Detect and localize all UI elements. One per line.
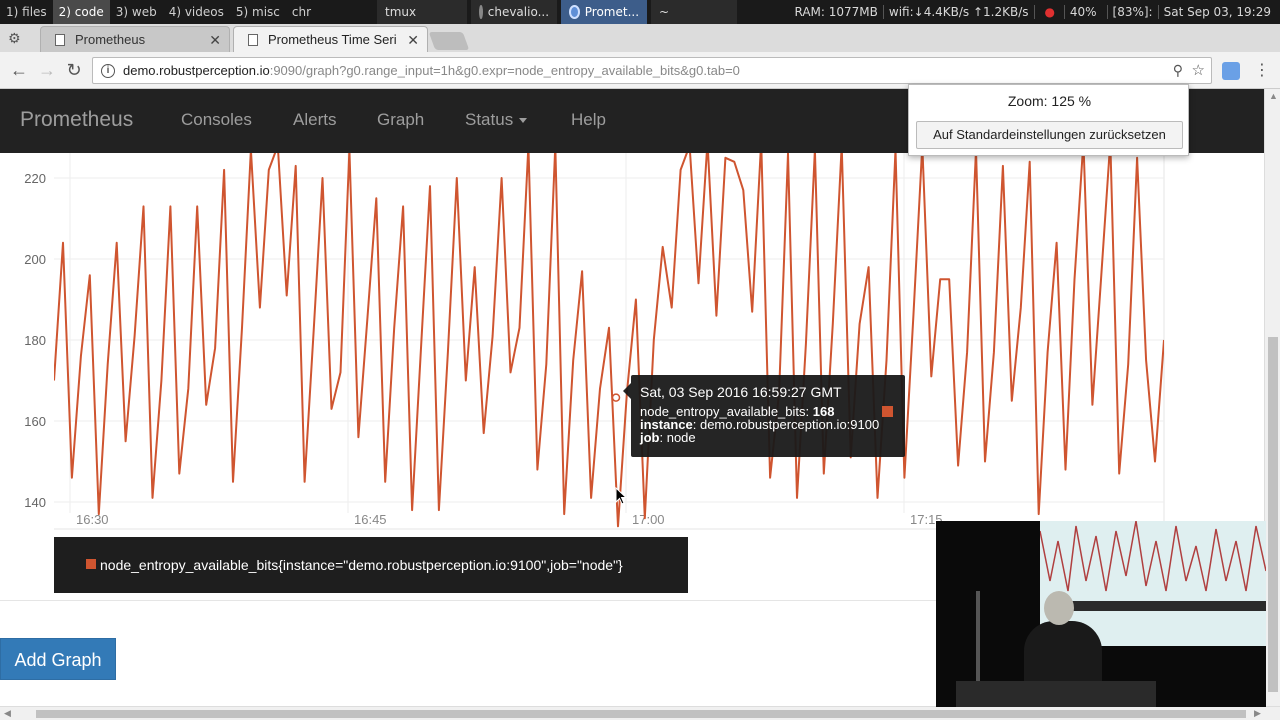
vertical-scroll-thumb[interactable] <box>1268 337 1278 692</box>
tooltip-job-label: job <box>640 430 660 445</box>
close-tab-icon[interactable]: ✕ <box>407 27 419 52</box>
app-icon <box>479 5 483 19</box>
tab-title: Prometheus Time Seri <box>268 32 397 47</box>
forward-arrow-icon[interactable]: → <box>36 60 58 81</box>
tooltip-job: job: node <box>640 431 905 444</box>
brand-link[interactable]: Prometheus <box>20 108 133 132</box>
webcam-overlay <box>936 521 1266 707</box>
presenter-head <box>1044 591 1074 625</box>
tooltip-instance-value: : demo.robustperception.io:9100 <box>692 417 880 432</box>
workspace-misc[interactable]: 5) misc <box>230 0 286 24</box>
back-arrow-icon[interactable]: ← <box>8 60 30 81</box>
status-blocks: RAM: 1077MB wifi:↓4.4KB/s ↑1.2KB/s ● 40%… <box>789 5 1280 19</box>
scroll-left-arrow-icon[interactable]: ◀ <box>4 708 11 719</box>
mic-stand <box>976 591 980 691</box>
battery-status: [83%]: <box>1106 5 1158 19</box>
reload-icon[interactable]: ↻ <box>63 60 85 81</box>
window-label: Promet... <box>584 5 640 19</box>
zoom-level: Zoom: 125 % <box>1007 93 1092 109</box>
x-tick-label: 16:30 <box>76 512 109 527</box>
divider <box>0 600 936 601</box>
menu-icon[interactable]: ⋮ <box>1254 60 1270 80</box>
nav-consoles[interactable]: Consoles <box>181 110 252 130</box>
tooltip-date: Sat, 03 Sep 2016 16:59:27 GMT <box>640 384 842 400</box>
address-bar[interactable]: i demo.robustperception.io:9090/graph?g0… <box>92 57 1212 84</box>
nav-status-label: Status <box>465 110 514 129</box>
workspace-videos[interactable]: 4) videos <box>163 0 230 24</box>
graph-legend: node_entropy_available_bits{instance="de… <box>54 537 688 593</box>
y-tick-label: 140 <box>24 495 46 510</box>
window-label: tmux <box>385 5 417 19</box>
ram-status: RAM: 1077MB <box>794 5 878 19</box>
y-tick-label: 160 <box>24 414 46 429</box>
window-terminal[interactable]: ~ <box>651 0 738 24</box>
horizontal-scrollbar[interactable]: ◀ ▶ <box>0 706 1280 720</box>
y-tick-label: 180 <box>24 333 46 348</box>
y-tick-label: 200 <box>24 252 46 267</box>
chrome-icon <box>569 5 580 19</box>
incognito-icon[interactable]: ⚙ <box>8 30 26 48</box>
extension-icon[interactable] <box>1222 62 1240 80</box>
desk <box>956 681 1156 707</box>
url-host: demo.robustperception.io <box>123 63 270 78</box>
window-prometheus[interactable]: Promet... <box>561 0 648 24</box>
info-icon[interactable]: i <box>101 64 115 78</box>
time-series-chart[interactable]: 14016018020022016:30 16:45 17:00 17:15 <box>0 153 1264 530</box>
add-graph-button[interactable]: Add Graph <box>0 638 116 680</box>
workspace-web[interactable]: 3) web <box>110 0 163 24</box>
window-chevalio[interactable]: chevalio... <box>471 0 558 24</box>
close-tab-icon[interactable]: ✕ <box>209 27 221 52</box>
x-tick-label: 16:45 <box>354 512 387 527</box>
horizontal-scroll-thumb[interactable] <box>36 710 1246 718</box>
graph-area: 140 160 180 200 220 16:30 16:45 17:00 17:15 <box>0 153 1264 530</box>
tab-title: Prometheus <box>75 32 146 47</box>
caret-down-icon <box>519 118 528 124</box>
url-path: :9090/graph?g0.range_input=1h&g0.expr=no… <box>269 63 740 78</box>
mute-icon: ● <box>1044 5 1056 19</box>
window-tmux[interactable]: tmux <box>377 0 468 24</box>
volume-value: 40% <box>1063 5 1102 19</box>
vertical-scrollbar[interactable]: ▲ <box>1264 89 1280 706</box>
workspace-code[interactable]: 2) code <box>52 0 110 24</box>
clock: Sat Sep 03, 19:29 <box>1157 5 1276 19</box>
tab-prometheus[interactable]: Prometheus ✕ <box>40 26 230 52</box>
page-icon <box>55 34 65 46</box>
volume-status: ● 40% <box>1033 5 1107 19</box>
nav-graph[interactable]: Graph <box>377 110 424 130</box>
tab-strip: ⚙ Prometheus ✕ Prometheus Time Seri ✕ <box>0 24 1280 52</box>
i3-status-bar: 1) files 2) code 3) web 4) videos 5) mis… <box>0 0 1280 24</box>
workspace-files[interactable]: 1) files <box>0 0 53 24</box>
tab-prometheus-time-series[interactable]: Prometheus Time Seri ✕ <box>233 26 428 52</box>
new-tab-button[interactable] <box>428 32 470 50</box>
scroll-right-arrow-icon[interactable]: ▶ <box>1254 708 1261 719</box>
mouse-cursor-icon <box>615 487 627 505</box>
scroll-up-arrow-icon[interactable]: ▲ <box>1269 91 1278 101</box>
hover-tooltip: Sat, 03 Sep 2016 16:59:27 GMT node_entro… <box>623 375 905 457</box>
nav-status[interactable]: Status <box>465 110 528 130</box>
hover-point <box>611 393 621 402</box>
page-icon <box>248 34 258 46</box>
bookmark-star-icon[interactable]: ☆ <box>1192 58 1205 83</box>
window-label: ~ <box>659 5 670 19</box>
zoom-icon[interactable]: ⚲ <box>1173 58 1183 83</box>
wifi-status: wifi:↓4.4KB/s ↑1.2KB/s <box>882 5 1034 19</box>
zoom-popup: Zoom: 125 % Auf Standardeinstellungen zu… <box>908 84 1189 156</box>
tooltip-series-swatch <box>882 406 893 417</box>
zoom-reset-button[interactable]: Auf Standardeinstellungen zurücksetzen <box>916 121 1183 149</box>
workspace-chr[interactable]: chr <box>286 0 317 24</box>
legend-label[interactable]: node_entropy_available_bits{instance="de… <box>100 557 623 573</box>
legend-swatch[interactable] <box>86 559 96 569</box>
x-tick-label: 17:00 <box>632 512 665 527</box>
window-label: chevalio... <box>487 5 550 19</box>
nav-help[interactable]: Help <box>571 110 606 130</box>
y-tick-label: 220 <box>24 171 46 186</box>
nav-alerts[interactable]: Alerts <box>293 110 336 130</box>
tooltip-job-value: : node <box>659 430 696 445</box>
